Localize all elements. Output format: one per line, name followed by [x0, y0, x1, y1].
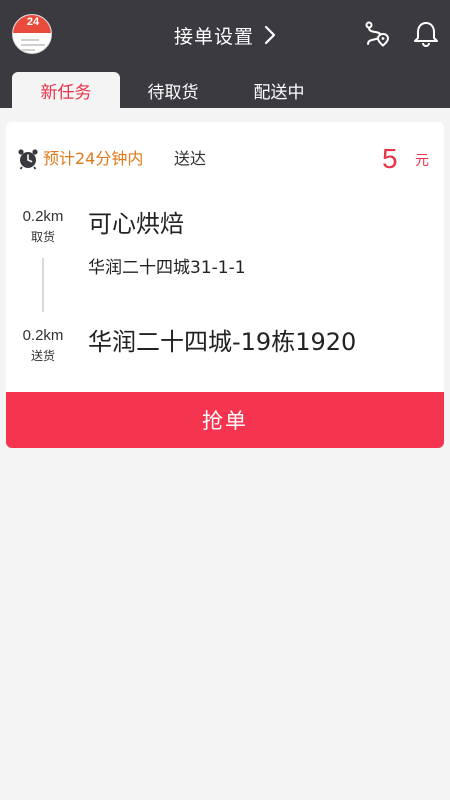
pickup-address: 华润二十四城31-1-1: [88, 258, 246, 278]
alarm-clock-icon: [17, 148, 39, 170]
order-price: 5: [382, 143, 398, 174]
grab-order-button[interactable]: 抢单: [6, 392, 444, 448]
route-divider: [42, 258, 44, 312]
eta-suffix: 送达: [174, 149, 207, 168]
eta-text: 预计24分钟内: [43, 149, 144, 168]
tab-new-tasks[interactable]: 新任务: [12, 72, 120, 108]
tab-delivering[interactable]: 配送中: [228, 72, 330, 108]
task-tabs: 新任务 待取货 配送中: [0, 72, 450, 108]
price-unit: 元: [415, 153, 429, 169]
dropoff-label: 送货: [30, 349, 55, 363]
pickup-shop-name: 可心烘焙: [88, 210, 184, 238]
pickup-distance: 0.2km: [22, 208, 64, 225]
dropoff-address: 华润二十四城-19栋1920: [88, 328, 357, 356]
tab-to-pickup[interactable]: 待取货: [122, 72, 224, 108]
order-card[interactable]: 预计24分钟内 送达 5 元 0.2km 取货 0.2km 送货 可心烘焙 华润…: [6, 122, 444, 448]
header-title: 接单设置: [173, 25, 254, 48]
route-pin-icon[interactable]: [362, 20, 390, 48]
chevron-right-icon: [264, 25, 276, 45]
bell-icon[interactable]: [412, 20, 440, 48]
app-header: 24 接单设置 新任务 待取货 配送中: [0, 0, 450, 108]
dropoff-distance: 0.2km: [22, 327, 64, 344]
pickup-label: 取货: [30, 230, 55, 244]
eta-row: 预计24分钟内 送达 5 元: [6, 142, 444, 178]
